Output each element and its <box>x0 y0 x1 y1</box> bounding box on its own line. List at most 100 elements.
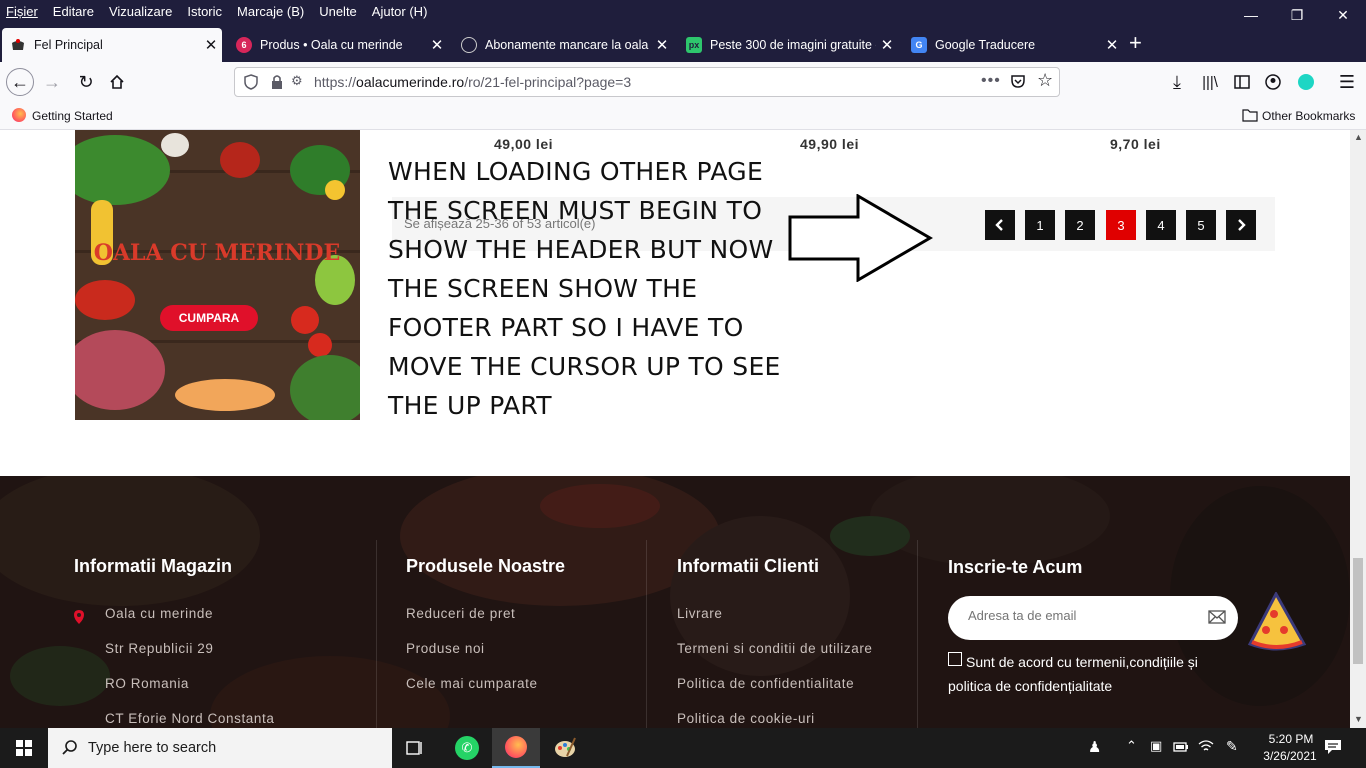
store-city: CT Eforie Nord Constanta <box>105 711 275 726</box>
close-tab-icon[interactable]: ✕ <box>651 36 673 54</box>
footer-link-privacy[interactable]: Politica de confidentialitate <box>677 676 854 691</box>
search-icon <box>62 739 78 759</box>
pocket-icon[interactable] <box>1010 73 1026 92</box>
forward-arrow-icon[interactable]: → <box>38 68 66 96</box>
footer-link-best-sellers[interactable]: Cele mai cumparate <box>406 676 538 691</box>
annotation-arrow-icon <box>788 194 933 282</box>
consent-checkbox[interactable] <box>948 652 962 666</box>
close-tab-icon[interactable]: ✕ <box>200 36 222 54</box>
close-tab-icon[interactable]: ✕ <box>1101 36 1123 54</box>
page-scrollbar[interactable]: ▲ ▼ <box>1350 130 1366 728</box>
pen-icon[interactable]: ✎ <box>1226 738 1238 755</box>
consent-text-line2: politica de confidențialitate <box>948 678 1113 694</box>
envelope-icon[interactable] <box>1208 610 1226 629</box>
scroll-up-icon[interactable]: ▲ <box>1354 132 1363 142</box>
downloads-icon[interactable]: ⤓ <box>1163 68 1191 96</box>
newsletter-email-field[interactable] <box>948 596 1238 640</box>
menu-history[interactable]: Istoric <box>187 4 222 19</box>
chevron-up-icon[interactable]: ⌃ <box>1126 738 1137 754</box>
windows-start-icon[interactable] <box>16 740 32 761</box>
page-2-button[interactable]: 2 <box>1065 210 1095 240</box>
address-bar[interactable]: ⚙ https://oalacumerinde.ro/ro/21-fel-pri… <box>234 67 1060 97</box>
tab-label: Fel Principal <box>34 38 103 52</box>
hamburger-menu-icon[interactable]: ☰ <box>1333 68 1361 96</box>
navigation-bar: ← → ↻ ⚙ https://oalacumerinde.ro/ro/21-f… <box>0 62 1366 102</box>
url-path: /ro/21-fel-principal?page=3 <box>464 74 632 90</box>
previous-page-button[interactable] <box>985 210 1015 240</box>
paint-icon[interactable] <box>553 736 577 765</box>
tab-fel-principal[interactable]: Fel Principal ✕ <box>2 28 222 62</box>
account-icon[interactable] <box>1259 68 1287 96</box>
lock-icon[interactable] <box>271 74 283 93</box>
whatsapp-icon[interactable]: ✆ <box>455 736 479 760</box>
menu-help[interactable]: Ajutor (H) <box>372 4 428 19</box>
page-actions-icon[interactable]: ••• <box>981 72 1001 90</box>
email-input[interactable] <box>968 608 1188 623</box>
library-icon[interactable]: |||\ <box>1196 68 1224 96</box>
extension-icon[interactable] <box>1292 68 1320 96</box>
google-translate-icon: G <box>911 37 927 53</box>
banner-cumpara-button[interactable]: CUMPARA <box>179 311 240 325</box>
close-tab-icon[interactable]: ✕ <box>426 36 448 54</box>
menu-tools[interactable]: Unelte <box>319 4 357 19</box>
clock-date[interactable]: 3/26/2021 <box>1254 749 1326 763</box>
product-price: 9,70 lei <box>1110 136 1161 152</box>
task-view-icon[interactable] <box>406 739 424 762</box>
other-bookmarks[interactable]: Other Bookmarks <box>1262 109 1355 123</box>
site-footer: Informatii Magazin Oala cu merinde Str R… <box>0 476 1350 728</box>
meet-now-icon[interactable]: ▣ <box>1150 738 1162 754</box>
tab-bar: Fel Principal ✕ 6 Produs • Oala cu merin… <box>0 22 1366 62</box>
new-tab-icon[interactable]: + <box>1129 30 1142 56</box>
scrollbar-thumb[interactable] <box>1353 558 1363 664</box>
back-arrow-icon[interactable]: ← <box>6 68 34 96</box>
footer-link-terms[interactable]: Termeni si conditii de utilizare <box>677 641 873 656</box>
pixabay-icon: px <box>686 37 702 53</box>
page-content: OALA CU MERINDE CUMPARA 49,00 lei 49,90 … <box>0 130 1350 728</box>
footer-divider <box>646 540 647 728</box>
footer-link-cookies[interactable]: Politica de cookie-uri <box>677 711 815 726</box>
notifications-icon[interactable] <box>1324 739 1342 760</box>
home-icon[interactable] <box>103 68 131 96</box>
tab-abonamente[interactable]: Abonamente mancare la oala - ✕ <box>453 28 673 62</box>
tab-pixabay[interactable]: px Peste 300 de imagini gratuite cu ✕ <box>678 28 898 62</box>
footer-link-discounts[interactable]: Reduceri de pret <box>406 606 515 621</box>
page-5-button[interactable]: 5 <box>1186 210 1216 240</box>
menu-edit[interactable]: Editare <box>53 4 94 19</box>
page-4-button[interactable]: 4 <box>1146 210 1176 240</box>
store-country: RO Romania <box>105 676 190 691</box>
reload-icon[interactable]: ↻ <box>72 68 100 96</box>
menu-view[interactable]: Vizualizare <box>109 4 172 19</box>
url-text[interactable]: https://oalacumerinde.ro/ro/21-fel-princ… <box>314 74 631 90</box>
close-tab-icon[interactable]: ✕ <box>876 36 898 54</box>
tab-label: Abonamente mancare la oala - <box>485 38 651 52</box>
footer-divider <box>917 540 918 728</box>
tab-google-translate[interactable]: G Google Traducere ✕ <box>903 28 1123 62</box>
tab-produs[interactable]: 6 Produs • Oala cu merinde ✕ <box>228 28 448 62</box>
people-icon[interactable]: ♟ <box>1088 738 1101 756</box>
page-1-button[interactable]: 1 <box>1025 210 1055 240</box>
next-page-button[interactable] <box>1226 210 1256 240</box>
taskbar-search-box[interactable]: Type here to search <box>48 728 392 768</box>
page-3-button[interactable]: 3 <box>1106 210 1136 240</box>
menu-bookmarks[interactable]: Marcaje (B) <box>237 4 304 19</box>
shield-icon[interactable] <box>244 74 258 93</box>
consent-text-line1: Sunt de acord cu termenii,condițiile și <box>966 654 1198 670</box>
footer-link-delivery[interactable]: Livrare <box>677 606 722 621</box>
menu-file[interactable]: Fișier <box>6 4 38 19</box>
chevron-left-icon <box>995 219 1003 231</box>
wifi-icon[interactable] <box>1198 739 1214 758</box>
footer-link-new-products[interactable]: Produse noi <box>406 641 485 656</box>
footer-products-title: Produsele Noastre <box>406 556 566 576</box>
battery-icon[interactable] <box>1173 740 1189 758</box>
bookmark-star-icon[interactable]: ☆ <box>1037 70 1053 91</box>
permissions-icon[interactable]: ⚙ <box>291 73 303 89</box>
footer-divider <box>376 540 377 728</box>
bookmarks-toolbar: Getting Started Other Bookmarks <box>0 102 1366 130</box>
promo-banner[interactable]: OALA CU MERINDE CUMPARA <box>75 130 360 420</box>
sidebar-icon[interactable] <box>1228 68 1256 96</box>
banner-image: OALA CU MERINDE CUMPARA <box>75 130 360 420</box>
scroll-down-icon[interactable]: ▼ <box>1354 714 1363 724</box>
getting-started-bookmark[interactable]: Getting Started <box>32 109 113 123</box>
firefox-taskbar-icon[interactable] <box>492 728 540 768</box>
clock-time[interactable]: 5:20 PM <box>1260 732 1322 746</box>
